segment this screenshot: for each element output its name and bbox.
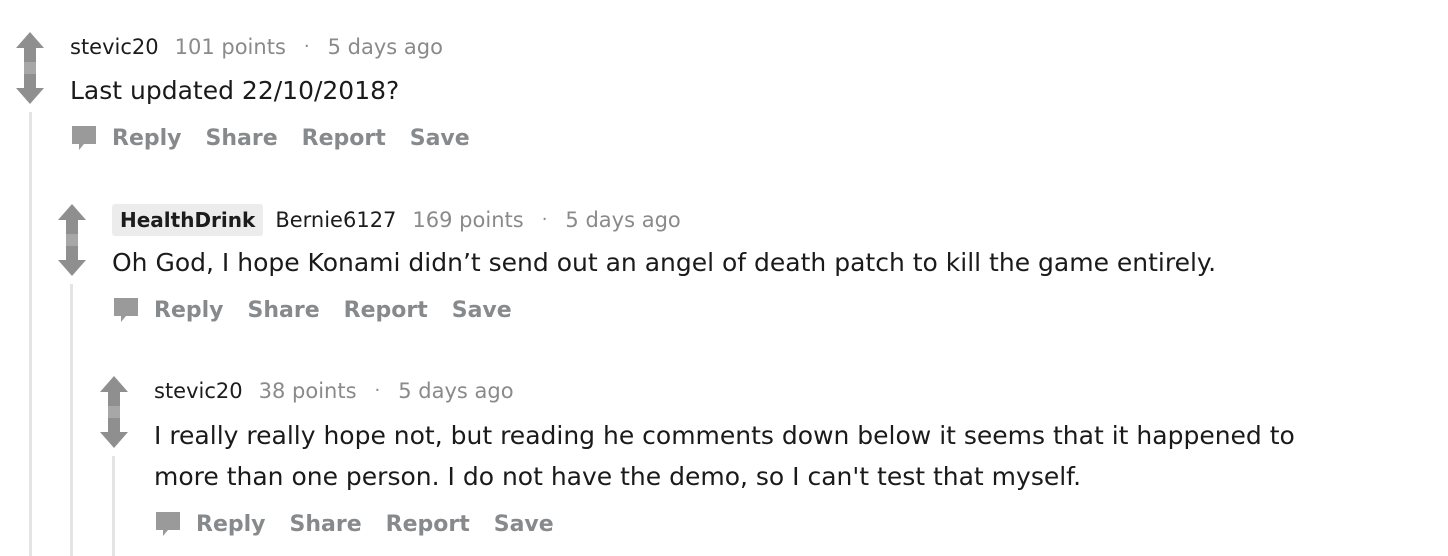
save-button[interactable]: Save (494, 512, 554, 537)
timestamp[interactable]: 5 days ago (398, 377, 513, 405)
reply-button[interactable]: Reply (196, 512, 266, 537)
report-button[interactable]: Report (386, 512, 470, 537)
comment: stevic20 38 points · 5 days ago I really… (0, 0, 1448, 556)
points-count: 38 points (258, 379, 357, 403)
author-link[interactable]: stevic20 (154, 377, 243, 405)
share-button[interactable]: Share (290, 512, 362, 537)
separator-dot: · (374, 380, 381, 401)
comment-body-line: more than one person. I do not have the … (154, 462, 1082, 491)
comment-meta: stevic20 38 points · 5 days ago (154, 377, 514, 405)
comment-body-line: I really really hope not, but reading he… (154, 421, 1295, 450)
comment-bubble-icon[interactable] (154, 510, 182, 538)
comment-actions: Reply Share Report Save (154, 510, 578, 538)
vote-arrows (100, 376, 128, 448)
upvote-icon[interactable] (100, 376, 128, 448)
comment-thread: stevic20 101 points · 5 days ago Last up… (0, 0, 1448, 556)
